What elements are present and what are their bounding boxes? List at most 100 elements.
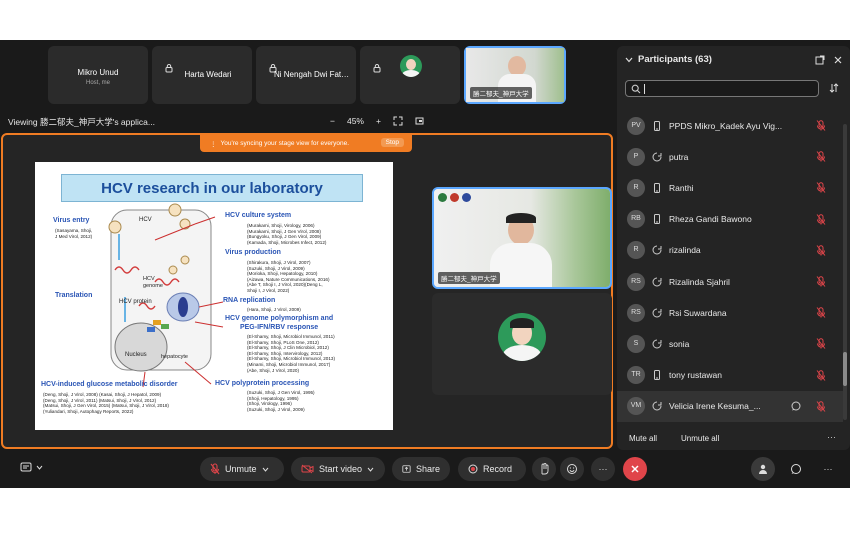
participant-row[interactable]: RB Rheza Gandi Bawono [617, 204, 843, 235]
participant-row[interactable]: PV PPDS Mikro_Kadek Ayu Vig... [617, 110, 843, 141]
participant-row[interactable]: R Ranthi [617, 172, 843, 203]
mic-muted-icon[interactable] [816, 151, 826, 163]
more-options-button[interactable]: ··· [591, 457, 615, 481]
label-hcv: HCV [139, 217, 152, 223]
chat-button[interactable] [784, 457, 808, 481]
refs-virus-entry: (Sasayama, Shoji, J Med Virol, 2012) [55, 228, 93, 239]
web-icon [652, 277, 662, 287]
participant-name: rizalinda [669, 245, 701, 256]
fit-icon[interactable] [393, 116, 403, 126]
unmute-all-button[interactable]: Unmute all [681, 434, 719, 443]
mic-muted-icon[interactable] [816, 338, 826, 350]
share-icon [402, 465, 411, 473]
participant-row[interactable]: VM Velicia Irene Kesuma_... [617, 390, 843, 422]
thumbnail-participant[interactable] [360, 46, 460, 104]
popout-icon[interactable] [415, 116, 425, 126]
participants-button[interactable] [751, 457, 775, 481]
participant-row[interactable]: RS Rsi Suwardana [617, 297, 843, 328]
participant-name: Velicia Irene Kesuma_... [669, 401, 761, 412]
participant-row[interactable]: RS Rizalinda Sjahril [617, 266, 843, 297]
drag-handle-icon[interactable]: ⋮ [210, 140, 217, 148]
participant-row[interactable]: Ssonia [617, 328, 843, 359]
presentation-slide: HCV research in our laboratory Virus ent… [35, 162, 393, 430]
chat-icon[interactable] [791, 401, 801, 411]
mic-muted-icon[interactable] [816, 307, 826, 319]
thumbnail-name: Ni Nengah Dwi Fatmaw... [274, 70, 356, 79]
thumbnail-ni-nengah[interactable]: Ni Nengah Dwi Fatmaw... [256, 46, 356, 104]
mic-muted-icon[interactable] [816, 369, 826, 381]
sort-icon[interactable] [829, 83, 839, 93]
share-button[interactable]: Share [392, 457, 450, 481]
mic-muted-icon[interactable] [816, 245, 826, 256]
share-label: Share [415, 464, 440, 474]
chevron-down-icon[interactable] [625, 57, 633, 63]
more-panel-button[interactable]: ··· [816, 457, 840, 481]
unmute-label: Unmute [225, 464, 257, 474]
mic-muted-icon[interactable] [816, 400, 826, 412]
mic-muted-icon[interactable] [816, 120, 826, 131]
refs-polymorphism: (El-Shamy, Shoji, Microbiol Immunol, 201… [247, 334, 335, 373]
phone-icon [654, 182, 660, 193]
label-hcv-genome: HCV genome [143, 276, 163, 289]
avatar: TR [627, 366, 645, 385]
avatar: VM [627, 397, 645, 416]
hand-icon [541, 463, 549, 475]
participant-row[interactable]: Rrizalinda [617, 235, 843, 266]
start-video-button[interactable]: Start video [291, 457, 385, 481]
search-input[interactable] [625, 80, 819, 97]
label-rna-replication: RNA replication [223, 297, 276, 304]
avatar: PV [627, 116, 645, 135]
zoom-controls: − 45% + [330, 116, 425, 126]
chat-icon [791, 464, 801, 474]
web-icon [652, 245, 662, 255]
participant-video-tile[interactable] [432, 293, 612, 395]
close-icon[interactable] [833, 55, 843, 65]
thumbnail-harta-wedari[interactable]: Harta Wedari [152, 46, 252, 104]
mic-muted-icon[interactable] [816, 182, 826, 194]
captions-button[interactable] [20, 462, 43, 473]
record-label: Record [483, 464, 513, 474]
thumbnail-role: Host, me [85, 80, 110, 86]
label-translation: Translation [55, 292, 93, 299]
leave-button[interactable] [623, 457, 647, 481]
participant-row[interactable]: TR tony rustawan [617, 360, 843, 391]
more-icon[interactable]: ··· [827, 432, 836, 442]
phone-icon [654, 214, 660, 225]
participant-row[interactable]: Pputra [617, 141, 843, 172]
record-button[interactable]: Record [458, 457, 526, 481]
start-video-label: Start video [319, 464, 363, 474]
thumbnail-mikro-unud[interactable]: Mikro Unud Host, me [48, 46, 148, 104]
zoom-out-button[interactable]: − [330, 116, 335, 126]
web-icon [652, 308, 662, 318]
participants-header[interactable]: Participants (63) [625, 54, 712, 65]
participants-panel: Participants (63) PV PPDS Mikro_Kadek Ayu… [617, 46, 850, 450]
raise-hand-button[interactable] [532, 457, 556, 481]
scrollbar-thumb[interactable] [843, 352, 847, 386]
smiley-icon [567, 464, 577, 474]
speaker-video-tile[interactable]: 勝二郁夫_神戸大学 [432, 187, 612, 289]
mic-muted-icon[interactable] [816, 213, 826, 225]
popout-icon[interactable] [815, 55, 825, 65]
zoom-in-button[interactable]: + [376, 116, 381, 126]
avatar: P [627, 147, 645, 166]
refs-virus-production: (Shirakura, Shoji, J Virol, 2007) (Suzuk… [247, 260, 330, 293]
thumbnail-name: Harta Wedari [184, 70, 232, 79]
label-culture-system: HCV culture system [225, 212, 292, 219]
record-icon [468, 464, 478, 474]
mute-all-button[interactable]: Mute all [629, 434, 657, 443]
label-polymorphism: HCV genome polymorphism and PEG-IFN/RBV … [225, 315, 334, 331]
people-icon [759, 464, 767, 474]
participant-name: Ranthi [669, 182, 694, 193]
stop-sync-button[interactable]: Stop [380, 138, 404, 147]
thumbnail-name: Mikro Unud [77, 68, 119, 77]
unmute-button[interactable]: Unmute [200, 457, 284, 481]
reactions-button[interactable] [560, 457, 584, 481]
mic-muted-icon[interactable] [816, 276, 826, 287]
thumbnail-speaker[interactable]: 勝二郁夫_神戸大学 [464, 46, 566, 104]
more-icon: ··· [823, 464, 833, 474]
zoom-level: 45% [346, 116, 364, 126]
more-icon: ··· [598, 464, 608, 474]
participant-name: tony rustawan [669, 370, 722, 381]
avatar: R [627, 241, 645, 260]
video-tile-name: 勝二郁夫_神戸大学 [438, 272, 500, 284]
